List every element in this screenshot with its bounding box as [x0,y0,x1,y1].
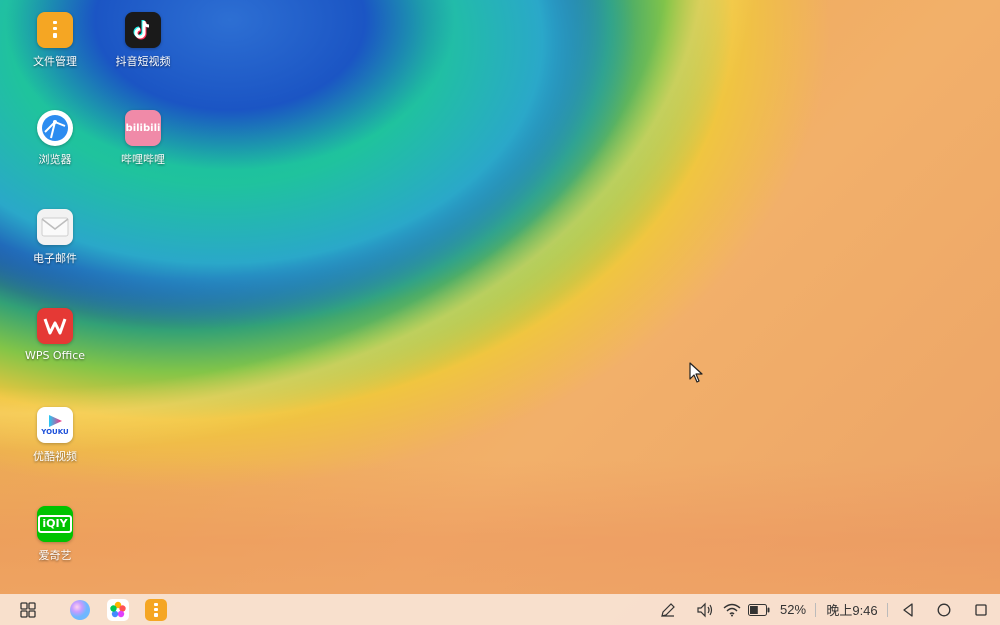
desktop-icon-email[interactable]: 电子邮件 [10,209,100,266]
icon-label: 爱奇艺 [38,549,72,562]
volume-button[interactable] [694,594,716,625]
iqiyi-logo-text: iQIY [38,515,72,533]
tray-divider [815,603,816,617]
icon-label: 优酷视频 [33,450,77,463]
gallery-icon [107,598,129,621]
wallpaper-gradient [0,460,1000,595]
desktop-icon-bilibili[interactable]: bilibili 哔哩哔哩 [98,110,188,167]
home-icon [937,603,951,616]
desktop-icon-wps[interactable]: WPS Office [10,308,100,362]
app-launcher-button[interactable] [16,594,40,625]
gallery-button[interactable] [106,594,130,625]
iqiyi-icon: iQIY [37,506,73,542]
recents-icon [975,603,987,616]
icon-label: 文件管理 [33,55,77,68]
back-button[interactable] [897,594,919,625]
email-icon [37,209,73,245]
file-manager-taskbar-button[interactable] [144,594,168,625]
file-manager-icon [145,598,167,621]
wps-icon [37,308,73,344]
icon-label: 抖音短视频 [115,55,171,68]
file-manager-icon [37,12,73,48]
browser-icon [37,110,73,146]
pen-icon [661,602,675,617]
desktop-icon-iqiyi[interactable]: iQIY 爱奇艺 [10,506,100,563]
youku-icon: YOUKU [37,407,73,443]
assistant-icon [70,599,90,620]
battery-percent: 52% [779,602,807,617]
battery-level-fill [750,605,758,614]
desktop-icon-browser[interactable]: 浏览器 [10,110,100,167]
home-button[interactable] [933,594,955,625]
wifi-icon [723,603,741,616]
assistant-button[interactable] [68,594,92,625]
icon-label: 哔哩哔哩 [121,153,165,166]
bilibili-icon: bilibili [125,110,161,146]
mouse-cursor-icon [689,362,703,383]
battery-icon [748,603,770,616]
app-launcher-icon [20,601,36,618]
tray-divider [887,603,888,617]
battery-button[interactable] [746,594,772,625]
desktop-icon-file-manager[interactable]: 文件管理 [10,12,100,69]
recents-button[interactable] [970,594,992,625]
youku-logo-text: YOUKU [41,428,69,436]
pen-button[interactable] [657,594,679,625]
back-icon [903,602,913,617]
wifi-button[interactable] [721,594,743,625]
taskbar: 52% 晚上9:46 [0,594,1000,625]
icon-label: 电子邮件 [33,252,77,265]
bilibili-logo-text: bilibili [125,122,161,134]
icon-label: 浏览器 [38,153,72,166]
clock[interactable]: 晚上9:46 [823,594,881,625]
tiktok-icon [125,12,161,48]
desktop-icon-youku[interactable]: YOUKU 优酷视频 [10,407,100,464]
desktop-icon-tiktok[interactable]: 抖音短视频 [98,12,188,69]
volume-icon [697,602,713,617]
icon-label: WPS Office [24,349,86,362]
